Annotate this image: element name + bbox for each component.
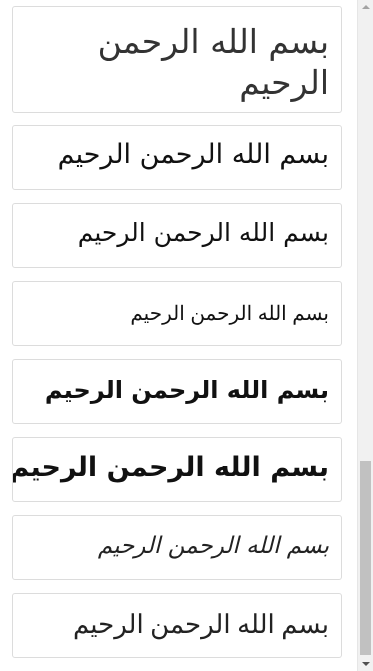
font-sample-text: بسم الله الرحمن الرحيم: [97, 533, 329, 559]
font-sample-text: بسم الله الرحمن الرحيم: [12, 452, 330, 483]
font-sample-card[interactable]: بسم الله الرحمن الرحيم: [12, 203, 342, 268]
scroll-up-arrow-icon[interactable]: [358, 0, 373, 14]
scrollbar-thumb[interactable]: [360, 461, 371, 655]
font-sample-text: بسم الله الرحمن الرحيم: [130, 303, 329, 325]
vertical-scrollbar[interactable]: [357, 0, 373, 671]
font-sample-card[interactable]: بسم الله الرحمن الرحيم: [12, 437, 342, 502]
font-sample-card[interactable]: بسم الله الرحمن الرحيم: [12, 359, 342, 424]
scroll-down-arrow-icon[interactable]: [358, 657, 373, 671]
font-sample-card[interactable]: بسم الله الرحمن الرحيم: [12, 593, 342, 658]
font-sample-card[interactable]: بسم الله الرحمن الرحيم: [12, 281, 342, 346]
font-sample-card[interactable]: بسم الله الرحمن الرحيم: [12, 125, 342, 190]
font-sample-text: بسم الله الرحمن الرحيم: [57, 139, 329, 170]
font-sample-text: بسم الله الرحمن الرحيم: [72, 610, 329, 639]
font-sample-text: بسم الله الرحمن الرحيم: [44, 376, 329, 404]
font-sample-card[interactable]: بسم الله الرحمن الرحيم: [12, 6, 342, 113]
font-sample-card[interactable]: بسم الله الرحمن الرحيم: [12, 515, 342, 580]
font-sample-text: بسم الله الرحمن الرحيم: [77, 218, 329, 247]
font-sample-text: بسم الله الرحمن الرحيم: [97, 22, 329, 103]
font-preview-list: بسم الله الرحمن الرحيم بسم الله الرحمن ا…: [0, 0, 357, 671]
